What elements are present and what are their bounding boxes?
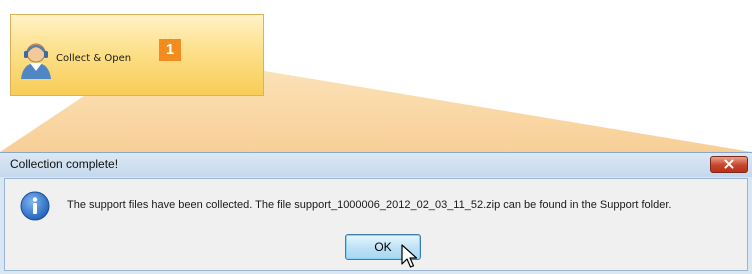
support-agent-icon [21, 43, 51, 79]
collect-and-open-button-label[interactable]: Collect & Open [56, 53, 131, 64]
dialog-titlebar[interactable]: Collection complete! [0, 153, 752, 177]
message-dialog: Collection complete! The support files h… [0, 152, 752, 274]
ribbon-zoom-panel: Collect & Open 1 [10, 14, 264, 96]
mouse-pointer-icon [401, 244, 418, 268]
info-icon [20, 191, 50, 221]
step-badge: 1 [159, 39, 181, 61]
dialog-message: The support files have been collected. T… [67, 199, 672, 211]
dialog-body: The support files have been collected. T… [4, 178, 748, 271]
close-button[interactable] [710, 156, 748, 173]
dialog-title: Collection complete! [10, 157, 119, 171]
close-icon [724, 159, 734, 169]
